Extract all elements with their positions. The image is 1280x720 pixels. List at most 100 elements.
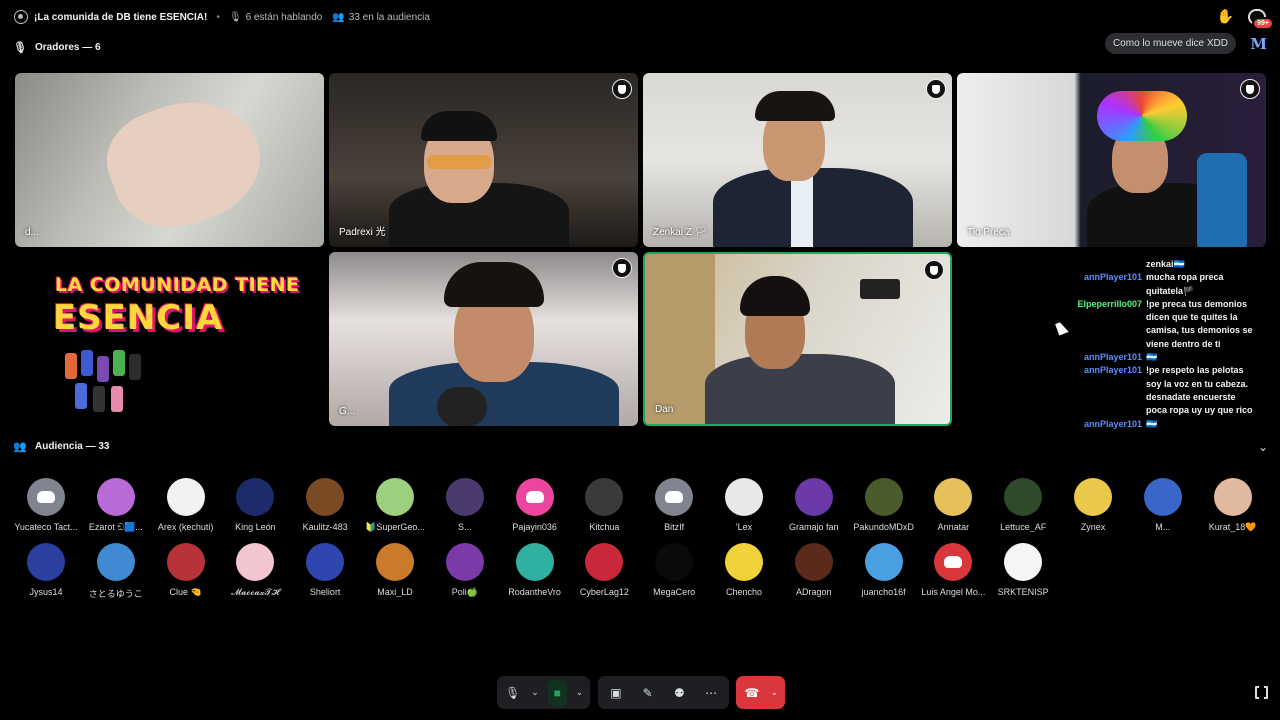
audience-member[interactable]: juancho16f: [851, 543, 917, 597]
avatar: [96, 543, 135, 581]
chat-line: camisa, tus demonios se: [1070, 324, 1270, 337]
activity-icon[interactable]: ✎: [636, 680, 660, 706]
audience-icon: 👥: [13, 441, 27, 453]
audience-member[interactable]: Ezarot ඞ🟦...: [83, 478, 149, 533]
activity-pill[interactable]: Como lo mueve dice XDD: [1104, 33, 1236, 54]
audience-member[interactable]: Gramajo fan: [781, 478, 847, 532]
hair-shape: [755, 91, 835, 121]
audience-member[interactable]: M...: [1130, 478, 1196, 532]
banner-line-2: ESENCIA: [53, 298, 224, 338]
video-tile[interactable]: Tio Preca: [957, 73, 1266, 247]
audience-member[interactable]: Jysus14: [13, 543, 79, 597]
invite-icon[interactable]: ⚉: [668, 680, 692, 706]
audience-member[interactable]: PakundoMDxD: [851, 478, 917, 532]
banner-line-1: LA COMUNIDAD TIENE: [55, 274, 300, 296]
chat-line: annPlayer101 !pe respeto las pelotas: [1070, 364, 1270, 377]
microphone-icon[interactable]: 🎙: [503, 680, 523, 706]
suit-shape: [705, 354, 895, 424]
avatar: [1213, 478, 1252, 516]
audience-member[interactable]: 🔰SuperGeo...: [362, 478, 428, 533]
video-tile-speaking[interactable]: Dan: [643, 252, 952, 426]
audience-member-name: Gramajo fan: [789, 522, 839, 532]
chat-user: annPlayer101: [1083, 365, 1142, 376]
audience-member[interactable]: MegaCero: [641, 543, 707, 597]
avatar: [794, 478, 833, 516]
chat-text: zenkai🇭🇳: [1146, 259, 1185, 269]
audience-member-name: Arex (kechuti): [157, 522, 214, 532]
speakers-heading: Oradores — 6: [35, 42, 101, 53]
audience-member[interactable]: Yucateco Tact...: [13, 478, 79, 532]
audience-member[interactable]: Arex (kechuti): [153, 478, 219, 532]
audience-member[interactable]: 'Lex: [711, 478, 777, 532]
video-tile[interactable]: G...: [329, 252, 638, 426]
discord-logo-icon: [525, 491, 544, 503]
chevron-down-icon[interactable]: ⌄: [575, 680, 584, 706]
audience-member[interactable]: Poli🍏: [432, 543, 498, 598]
audience-member[interactable]: Kurat_18🧡: [1200, 478, 1266, 533]
audience-member[interactable]: Maxi_LD: [362, 543, 428, 597]
stage-channel-icon: [14, 10, 28, 24]
avatar: [864, 543, 903, 581]
audience-member[interactable]: Clue 🤏: [153, 543, 219, 598]
audience-header[interactable]: 👥 Audiencia — 33: [13, 440, 109, 453]
audience-member-name: BitzIf: [664, 522, 685, 532]
audience-member[interactable]: Pajayin036: [502, 478, 568, 532]
chat-user: [1070, 391, 1146, 404]
screen-share-icon[interactable]: ▣: [604, 680, 628, 706]
audience-member[interactable]: Kaulitz-483: [292, 478, 358, 532]
speakers-header[interactable]: 🎙 Oradores — 6: [13, 41, 101, 54]
audience-member[interactable]: Luis Angel Mo...: [920, 543, 986, 597]
hair-shape: [740, 276, 810, 316]
audience-member[interactable]: Lettuce_AF: [990, 478, 1056, 532]
audience-member-name: Ezarot ඞ🟦...: [88, 522, 143, 532]
separator-dot: •: [216, 11, 220, 23]
chat-line: zenkai🇭🇳: [1070, 258, 1270, 271]
discord-logo-icon: [37, 491, 55, 503]
mouse-cursor-icon: [1055, 320, 1069, 336]
audience-member-name: Jysus14: [29, 587, 63, 597]
chevron-down-icon[interactable]: ⌄: [1258, 440, 1268, 454]
audience-member[interactable]: SRKTENISP: [990, 543, 1056, 597]
camera-icon[interactable]: ■: [547, 679, 567, 706]
chat-text: quitatela🏴: [1146, 285, 1195, 296]
chat-icon[interactable]: 99+: [1248, 8, 1274, 30]
chair-shape: [1197, 153, 1247, 247]
audience-member[interactable]: さとるゆうこ: [83, 543, 149, 600]
audience-member-name: S...: [458, 522, 472, 532]
video-tile[interactable]: d...: [15, 73, 324, 247]
audience-member-name: King León: [235, 522, 276, 532]
video-tile[interactable]: Padrexi 光: [329, 73, 638, 247]
mic-small-icon: 🎙: [228, 11, 242, 23]
audience-member[interactable]: Zynex: [1060, 478, 1126, 532]
audience-member[interactable]: Chencho: [711, 543, 777, 597]
audience-member-name: M...: [1155, 522, 1171, 532]
audience-member[interactable]: King León: [222, 478, 288, 532]
avatar: [376, 478, 414, 516]
moderator-badge-icon: [926, 79, 946, 99]
participant-name: G...: [339, 406, 356, 417]
audience-member[interactable]: RodantheVro: [502, 543, 568, 597]
microphone-icon: 🎙: [13, 42, 27, 54]
audience-member[interactable]: BitzIf: [641, 478, 707, 532]
avatar: [166, 478, 205, 516]
more-icon[interactable]: ⋯: [699, 680, 723, 706]
audience-member[interactable]: 𝓜𝓪𝓬𝓬𝓪𝔁𝓣𝓗: [222, 543, 288, 598]
audience-member[interactable]: S...: [432, 478, 498, 532]
chat-line: quitatela🏴: [1070, 285, 1270, 298]
audience-member[interactable]: ADragon: [781, 543, 847, 597]
audience-member[interactable]: Annatar: [920, 478, 986, 532]
audience-member-name: Yucateco Tact...: [14, 522, 78, 532]
audience-member-name: ADragon: [796, 587, 832, 597]
discord-logo-icon: [665, 491, 684, 503]
fullscreen-icon[interactable]: [1255, 685, 1268, 700]
end-call-icon[interactable]: ☎: [742, 680, 762, 706]
chevron-down-icon[interactable]: ⌄: [770, 680, 779, 706]
audience-member[interactable]: CyberLag12: [571, 543, 637, 597]
audience-member[interactable]: Sheliort: [292, 543, 358, 597]
avatar: [794, 543, 833, 581]
chevron-down-icon[interactable]: ⌄: [531, 680, 540, 706]
audience-member[interactable]: Kitchua: [571, 478, 637, 532]
video-tile[interactable]: Zenkai Z 🏳: [643, 73, 952, 247]
avatar: [585, 478, 624, 516]
raise-hand-icon[interactable]: ✋: [1217, 8, 1234, 25]
